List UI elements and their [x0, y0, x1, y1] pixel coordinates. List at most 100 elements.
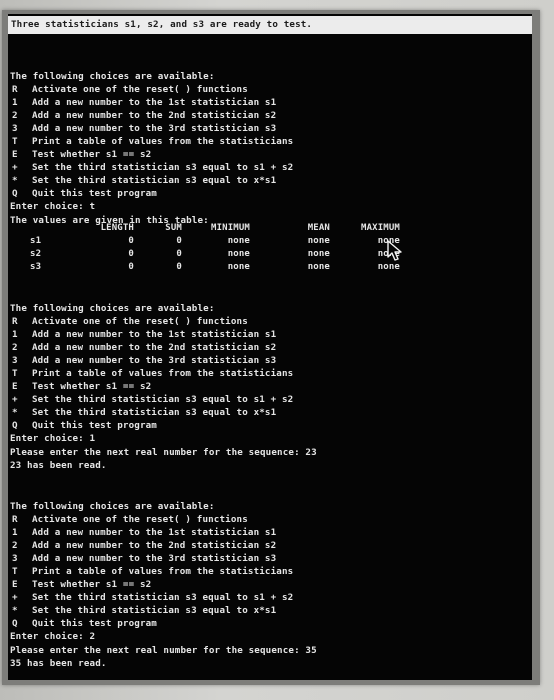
table-header-maximum: MAXIMUM [361, 223, 400, 233]
row-length: 0 [128, 249, 134, 260]
menu-option: T Print a table of values from the statis… [10, 367, 510, 380]
menu-option-text: Add a new number to the 2nd statistician… [32, 110, 277, 122]
menu-option-key: E [12, 149, 18, 161]
menu-option-key: 1 [12, 527, 18, 539]
table-row: s2 0 0 none none none [12, 248, 400, 261]
menu-option: + Set the third statistician s3 equal to … [10, 591, 510, 604]
row-mean: none [307, 262, 330, 273]
menu-option-text: Activate one of the reset( ) functions [32, 316, 248, 328]
menu-option: 3 Add a new number to the 3rd statisticia… [10, 552, 510, 565]
choice-prompt: Enter choice: 2 [10, 631, 96, 643]
menu-option-text: Print a table of values from the statist… [32, 136, 294, 148]
menu-option-text: Test whether s1 == s2 [32, 579, 152, 591]
menu-option: 2 Add a new number to the 2nd statisticia… [10, 539, 510, 552]
menu-option-text: Add a new number to the 2nd statistician… [32, 342, 277, 354]
menu-option: 3 Add a new number to the 3rd statisticia… [10, 354, 510, 367]
table-row: s1 0 0 none none none [12, 235, 400, 248]
console-output[interactable]: Three statisticians s1, s2, and s3 are r… [8, 14, 532, 680]
row-name: s1 [30, 236, 42, 247]
values-table: LENGTH SUM MINIMUM MEAN MAXIMUM s1 0 0 n… [12, 222, 400, 274]
menu-option: 1 Add a new number to the 1st statisticia… [10, 526, 510, 539]
table-row: s3 0 0 none none none [12, 261, 400, 274]
menu-list: R Activate one of the reset( ) functions 1… [10, 315, 510, 432]
menu-option-text: Quit this test program [32, 618, 157, 630]
menu-option: * Set the third statistician s3 equal to … [10, 604, 510, 617]
menu-option-text: Set the third statistician s3 equal to s… [32, 394, 294, 406]
menu-option: T Print a table of values from the statis… [10, 135, 510, 148]
console-window: Three statisticians s1, s2, and s3 are r… [2, 10, 540, 685]
menu-option-text: Add a new number to the 1st statistician… [32, 527, 277, 539]
menu-option-key: 1 [12, 329, 18, 341]
menu-option-key: 3 [12, 123, 18, 135]
menu-option: 3 Add a new number to the 3rd statisticia… [10, 122, 510, 135]
menu-option-key: R [12, 316, 18, 328]
row-sum: 0 [176, 249, 182, 260]
menu-option-text: Add a new number to the 3rd statistician… [32, 123, 277, 135]
menu-option: R Activate one of the reset( ) functions [10, 315, 510, 328]
menu-option: * Set the third statistician s3 equal to … [10, 174, 510, 187]
menu-list: R Activate one of the reset( ) functions 1… [10, 513, 510, 630]
menu-option-key: + [12, 592, 18, 604]
menu-option-text: Set the third statistician s3 equal to x… [32, 407, 277, 419]
menu-option: 2 Add a new number to the 2nd statisticia… [10, 341, 510, 354]
menu-option-text: Add a new number to the 1st statistician… [32, 97, 277, 109]
menu-option-text: Set the third statistician s3 equal to x… [32, 175, 277, 187]
row-name: s3 [30, 262, 42, 273]
menu-option: Q Quit this test program [10, 617, 510, 630]
menu-option-text: Add a new number to the 3rd statistician… [32, 553, 277, 565]
menu-option: R Activate one of the reset( ) functions [10, 83, 510, 96]
menu-option-key: 3 [12, 355, 18, 367]
menu-option-key: R [12, 514, 18, 526]
menu-option-text: Quit this test program [32, 188, 157, 200]
menu-option-key: E [12, 579, 18, 591]
row-length: 0 [128, 236, 134, 247]
menu-option-text: Activate one of the reset( ) functions [32, 514, 248, 526]
menu-block-1: The following choices are available: R Ac… [10, 70, 510, 227]
table-header-row: LENGTH SUM MINIMUM MEAN MAXIMUM [12, 222, 400, 235]
menu-option: * Set the third statistician s3 equal to … [10, 406, 510, 419]
menu-title: The following choices are available: [10, 71, 215, 82]
menu-option: Q Quit this test program [10, 419, 510, 432]
row-mean: none [307, 236, 330, 247]
row-minimum: none [227, 236, 250, 247]
menu-option-key: + [12, 394, 18, 406]
menu-option-key: R [12, 84, 18, 96]
menu-option-text: Quit this test program [32, 420, 157, 432]
menu-option-text: Test whether s1 == s2 [32, 149, 152, 161]
status-line: Three statisticians s1, s2, and s3 are r… [8, 16, 532, 34]
menu-option: T Print a table of values from the statis… [10, 565, 510, 578]
row-maximum: none [377, 262, 400, 273]
menu-option-key: E [12, 381, 18, 393]
menu-option-key: 2 [12, 540, 18, 552]
menu-option: 1 Add a new number to the 1st statisticia… [10, 328, 510, 341]
menu-title: The following choices are available: [10, 303, 215, 314]
menu-title: The following choices are available: [10, 501, 215, 512]
menu-option: R Activate one of the reset( ) functions [10, 513, 510, 526]
menu-option-key: 1 [12, 97, 18, 109]
number-request: Please enter the next real number for th… [10, 446, 317, 458]
menu-option-key: + [12, 162, 18, 174]
table-header-sum: SUM [165, 223, 182, 233]
menu-option: E Test whether s1 == s2 [10, 148, 510, 161]
read-result: 23 has been read. [10, 459, 107, 471]
menu-option-key: 2 [12, 342, 18, 354]
mouse-pointer-icon [387, 240, 402, 261]
row-minimum: none [227, 249, 250, 260]
row-mean: none [307, 249, 330, 260]
table-header-length: LENGTH [100, 223, 134, 233]
choice-prompt: Enter choice: 1 [10, 433, 96, 445]
read-result: 35 has been read. [10, 657, 107, 669]
menu-option: 1 Add a new number to the 1st statisticia… [10, 96, 510, 109]
menu-option-key: Q [12, 618, 18, 630]
menu-option-text: Activate one of the reset( ) functions [32, 84, 248, 96]
menu-list: R Activate one of the reset( ) functions 1… [10, 83, 510, 200]
menu-option-text: Print a table of values from the statist… [32, 566, 294, 578]
row-length: 0 [128, 262, 134, 273]
row-sum: 0 [176, 236, 182, 247]
menu-option-text: Print a table of values from the statist… [32, 368, 294, 380]
row-name: s2 [30, 249, 42, 260]
menu-option-text: Add a new number to the 2nd statistician… [32, 540, 277, 552]
menu-option-key: 3 [12, 553, 18, 565]
menu-option: 2 Add a new number to the 2nd statisticia… [10, 109, 510, 122]
menu-option-text: Add a new number to the 3rd statistician… [32, 355, 277, 367]
